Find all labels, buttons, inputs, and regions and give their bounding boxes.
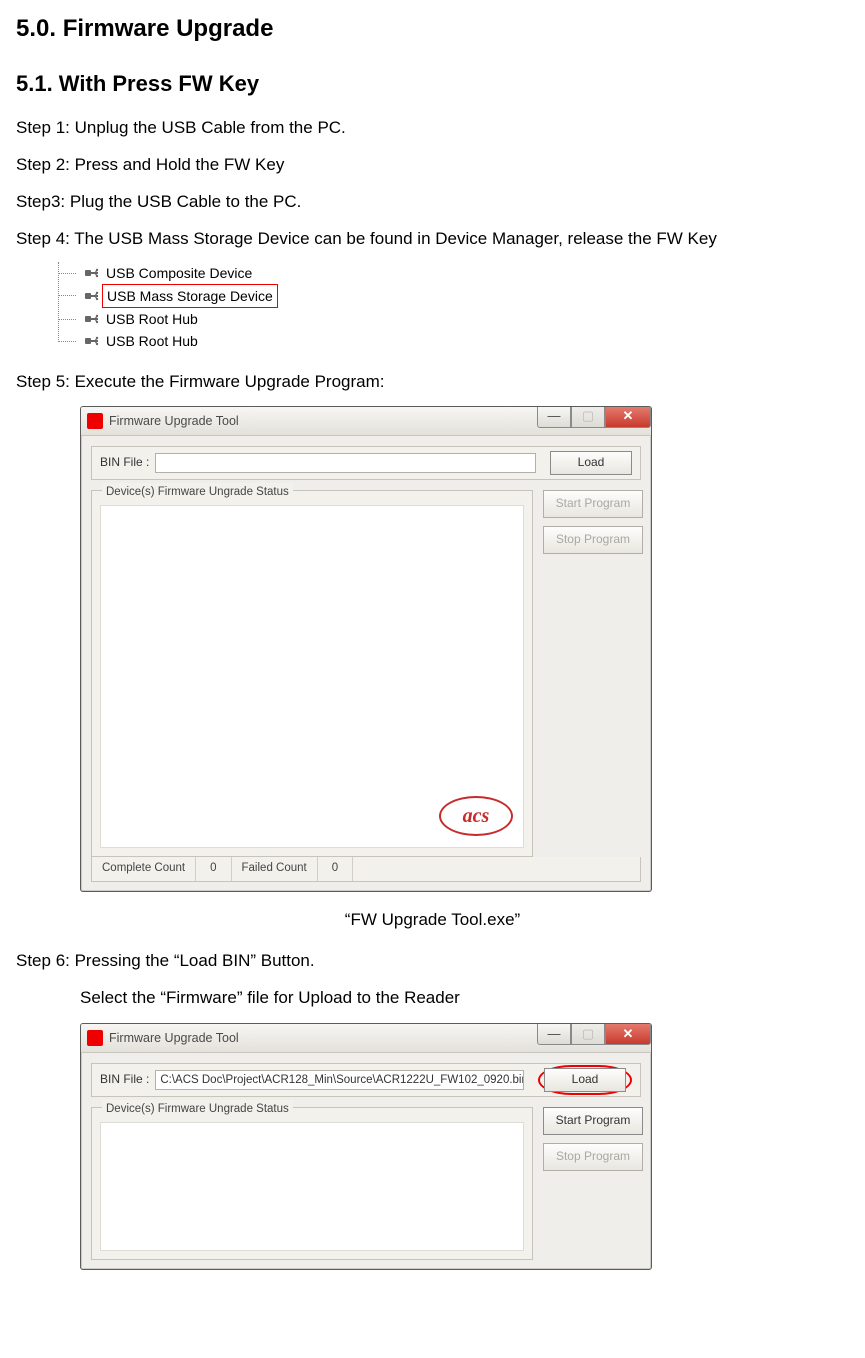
window-title-2: Firmware Upgrade Tool: [109, 1028, 239, 1048]
close-button[interactable]: ✕: [605, 406, 651, 428]
failed-count-label: Failed Count: [232, 857, 318, 881]
usb-device-icon: [84, 311, 100, 327]
bin-file-input-2[interactable]: C:\ACS Doc\Project\ACR128_Min\Source\ACR…: [155, 1070, 524, 1090]
status-list-2: [100, 1122, 524, 1251]
bin-file-row-2: BIN File : C:\ACS Doc\Project\ACR128_Min…: [91, 1063, 641, 1097]
device-tree-label: USB Mass Storage Device: [102, 284, 278, 308]
device-tree-item[interactable]: USB Mass Storage Device: [70, 284, 855, 308]
complete-count-value: 0: [196, 857, 231, 881]
step-1: Step 1: Unplug the USB Cable from the PC…: [16, 114, 855, 141]
step-2: Step 2: Press and Hold the FW Key: [16, 151, 855, 178]
stop-program-button-2[interactable]: Stop Program: [543, 1143, 643, 1171]
acs-logo: acs: [439, 795, 513, 837]
status-group-2: Device(s) Firmware Ungrade Status: [91, 1107, 533, 1260]
device-tree-label: USB Composite Device: [106, 262, 252, 284]
minimize-button[interactable]: —: [537, 406, 571, 428]
step-4: Step 4: The USB Mass Storage Device can …: [16, 225, 855, 252]
load-button-highlight: Load: [538, 1065, 632, 1095]
failed-count-value: 0: [318, 857, 353, 881]
app-icon: [87, 413, 103, 429]
close-button[interactable]: ✕: [605, 1023, 651, 1045]
device-tree-item[interactable]: USB Root Hub: [70, 330, 855, 352]
start-program-button[interactable]: Start Program: [543, 490, 643, 518]
bin-file-label: BIN File :: [100, 453, 149, 472]
acs-logo-text: acs: [439, 796, 513, 836]
subsection-heading: 5.1. With Press FW Key: [16, 66, 855, 101]
window-titlebar: Firmware Upgrade Tool — ▢ ✕: [81, 407, 651, 436]
firmware-upgrade-window-2: Firmware Upgrade Tool — ▢ ✕ BIN File : C…: [80, 1023, 652, 1270]
load-button[interactable]: Load: [550, 451, 632, 475]
bin-file-input[interactable]: [155, 453, 536, 473]
minimize-button[interactable]: —: [537, 1023, 571, 1045]
start-program-button-2[interactable]: Start Program: [543, 1107, 643, 1135]
app-icon: [87, 1030, 103, 1046]
device-manager-tree: USB Composite DeviceUSB Mass Storage Dev…: [50, 262, 855, 352]
usb-device-icon: [84, 265, 100, 281]
screenshot-2: Firmware Upgrade Tool — ▢ ✕ BIN File : C…: [80, 1023, 855, 1270]
stop-program-button[interactable]: Stop Program: [543, 526, 643, 554]
device-tree-label: USB Root Hub: [106, 308, 198, 330]
maximize-button[interactable]: ▢: [571, 406, 605, 428]
caption-fw-tool: “FW Upgrade Tool.exe”: [10, 906, 855, 933]
status-group: Device(s) Firmware Ungrade Status acs: [91, 490, 533, 857]
status-legend: Device(s) Firmware Ungrade Status: [102, 483, 293, 501]
device-tree-item[interactable]: USB Root Hub: [70, 308, 855, 330]
window-title: Firmware Upgrade Tool: [109, 411, 239, 431]
usb-device-icon: [84, 288, 100, 304]
step-6: Step 6: Pressing the “Load BIN” Button.: [16, 947, 855, 974]
bin-file-row: BIN File : Load: [91, 446, 641, 480]
device-tree-item[interactable]: USB Composite Device: [70, 262, 855, 284]
status-legend-2: Device(s) Firmware Ungrade Status: [102, 1100, 293, 1118]
status-list: acs: [100, 505, 524, 848]
firmware-upgrade-window: Firmware Upgrade Tool — ▢ ✕ BIN File : L…: [80, 406, 652, 892]
complete-count-label: Complete Count: [92, 857, 196, 881]
section-heading: 5.0. Firmware Upgrade: [16, 10, 855, 48]
step-6b: Select the “Firmware” file for Upload to…: [80, 984, 855, 1011]
bin-file-label-2: BIN File :: [100, 1070, 149, 1089]
status-bar: Complete Count 0 Failed Count 0: [91, 857, 641, 882]
screenshot-1: Firmware Upgrade Tool — ▢ ✕ BIN File : L…: [80, 406, 855, 892]
load-button-2[interactable]: Load: [544, 1068, 626, 1092]
device-tree-label: USB Root Hub: [106, 330, 198, 352]
maximize-button[interactable]: ▢: [571, 1023, 605, 1045]
usb-device-icon: [84, 333, 100, 349]
step-3: Step3: Plug the USB Cable to the PC.: [16, 188, 855, 215]
step-5: Step 5: Execute the Firmware Upgrade Pro…: [16, 368, 855, 395]
window-titlebar-2: Firmware Upgrade Tool — ▢ ✕: [81, 1024, 651, 1053]
